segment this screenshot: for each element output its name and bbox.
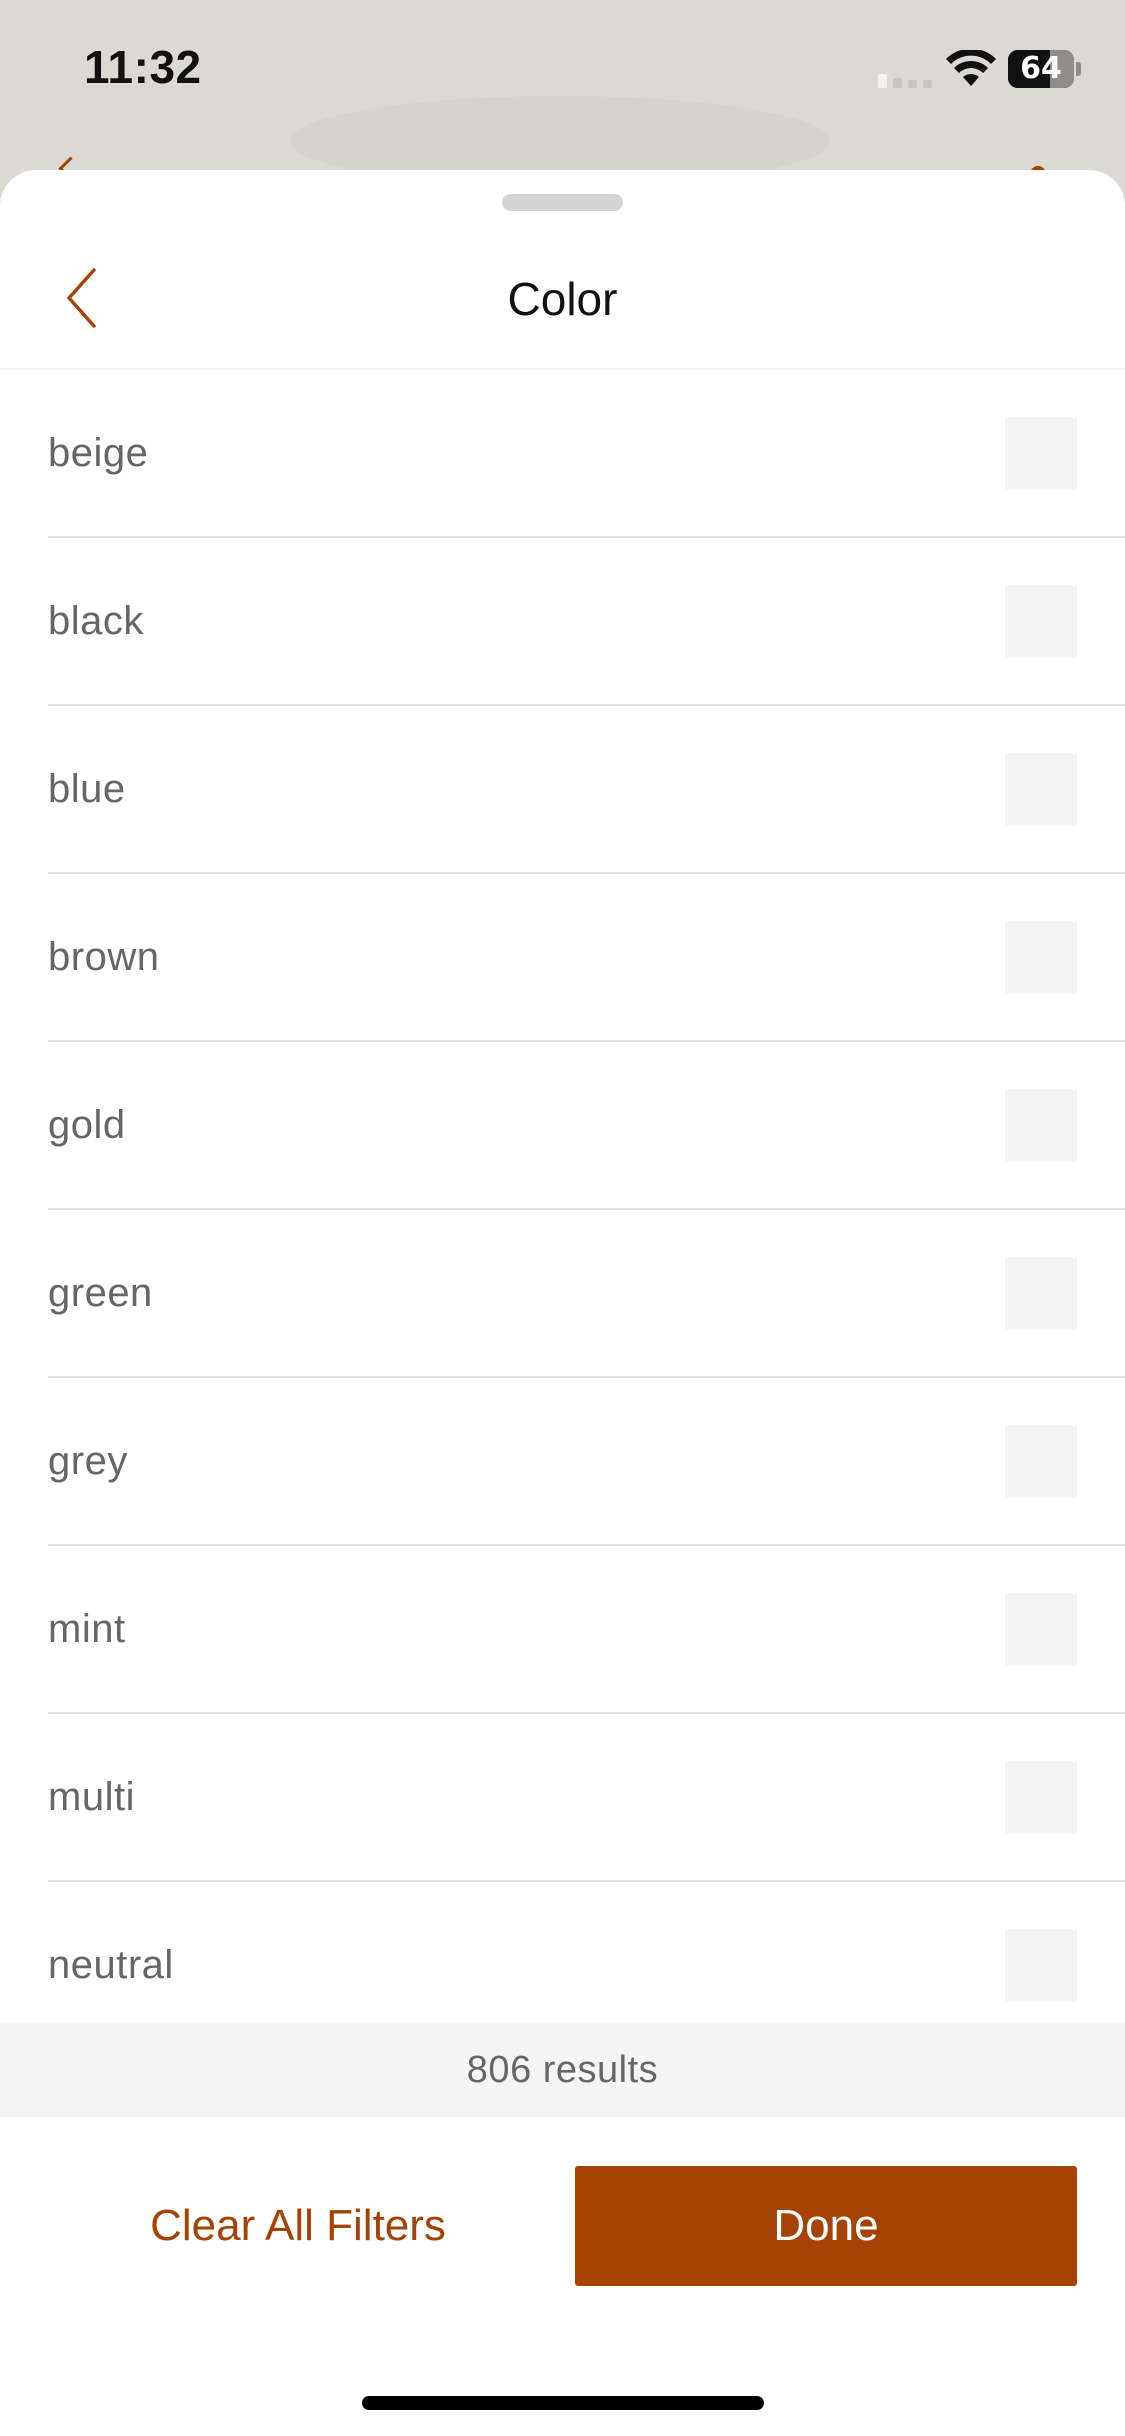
color-option-row[interactable]: mint (0, 1546, 1125, 1714)
sheet-header: Color (0, 230, 1125, 370)
color-option-row[interactable]: neutral (0, 1882, 1125, 2024)
color-option-row[interactable]: black (0, 538, 1125, 706)
color-option-row[interactable]: multi (0, 1714, 1125, 1882)
filter-sheet: Color beige black blue brown gold green grey mi… (0, 170, 1125, 2436)
color-option-checkbox[interactable] (1005, 417, 1077, 489)
sheet-grabber[interactable] (502, 194, 623, 211)
color-option-label: grey (48, 1439, 128, 1483)
color-option-label: black (48, 599, 144, 643)
wifi-icon (946, 50, 996, 86)
status-time: 11:32 (84, 41, 202, 93)
chevron-left-icon (67, 268, 96, 328)
color-option-row[interactable]: blue (0, 706, 1125, 874)
clear-all-filters-button[interactable]: Clear All Filters (48, 2166, 548, 2286)
color-option-checkbox[interactable] (1005, 1425, 1077, 1497)
color-option-label: beige (48, 431, 149, 475)
cellular-signal-icon (878, 74, 932, 88)
color-option-checkbox[interactable] (1005, 753, 1077, 825)
color-option-checkbox[interactable] (1005, 585, 1077, 657)
color-option-checkbox[interactable] (1005, 1761, 1077, 1833)
color-option-row[interactable]: brown (0, 874, 1125, 1042)
color-option-checkbox[interactable] (1005, 1593, 1077, 1665)
color-option-label: mint (48, 1607, 126, 1651)
color-option-label: green (48, 1271, 153, 1315)
back-button[interactable] (50, 260, 120, 340)
color-option-label: neutral (48, 1943, 174, 1987)
color-option-checkbox[interactable] (1005, 1929, 1077, 2001)
color-option-row[interactable]: beige (0, 370, 1125, 538)
color-option-checkbox[interactable] (1005, 1089, 1077, 1161)
color-option-row[interactable]: grey (0, 1378, 1125, 1546)
color-option-list: beige black blue brown gold green grey mint mult… (0, 370, 1125, 2024)
page-title: Color (507, 273, 618, 325)
color-option-checkbox[interactable] (1005, 921, 1077, 993)
color-option-label: brown (48, 935, 160, 979)
color-option-row[interactable]: green (0, 1210, 1125, 1378)
done-button[interactable]: Done (575, 2166, 1077, 2286)
color-option-checkbox[interactable] (1005, 1257, 1077, 1329)
results-count: 806 results (0, 2023, 1125, 2117)
color-option-label: blue (48, 767, 126, 811)
battery-icon: 64 (1008, 50, 1081, 88)
color-option-row[interactable]: gold (0, 1042, 1125, 1210)
home-indicator (362, 2396, 764, 2410)
color-option-label: gold (48, 1103, 126, 1147)
battery-percent: 64 (1020, 51, 1062, 86)
color-option-label: multi (48, 1775, 135, 1819)
